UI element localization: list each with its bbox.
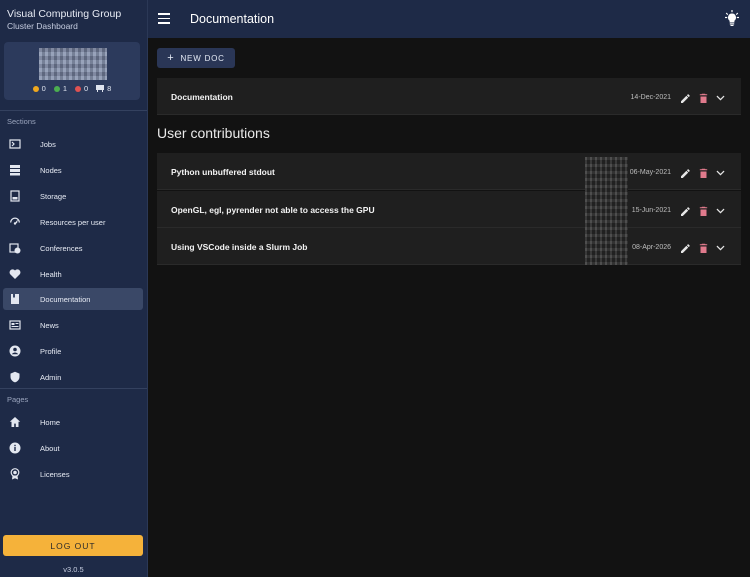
edit-icon[interactable] (680, 91, 691, 103)
delete-icon[interactable] (698, 204, 709, 216)
doc-date: 06-May-2021 (629, 169, 671, 176)
divider (0, 388, 147, 389)
sidebar-item-health[interactable]: Health (3, 263, 143, 285)
chevron-down-icon[interactable] (715, 241, 726, 252)
sidebar-item-label: About (40, 443, 60, 453)
edit-icon[interactable] (680, 204, 691, 216)
redacted-avatars (585, 157, 628, 265)
sidebar-item-label: News (40, 320, 59, 330)
calendar-clock-icon (9, 242, 21, 254)
sidebar-item-label: Profile (40, 346, 62, 356)
page-title: Documentation (190, 12, 275, 26)
doc-title: Python unbuffered stdout (171, 167, 275, 177)
heartbeat-icon (9, 268, 21, 280)
version-label: v3.0.5 (63, 565, 84, 574)
running-jobs-stat: 1 (53, 84, 67, 93)
sidebar-item-label: Admin (40, 372, 62, 382)
sidebar-item-conferences[interactable]: Conferences (3, 237, 143, 259)
divider (0, 110, 147, 111)
sidebar-item-label: Conferences (40, 243, 83, 253)
sidebar-item-label: Health (40, 269, 62, 279)
home-icon (9, 416, 21, 428)
shield-icon (9, 371, 21, 383)
delete-icon[interactable] (698, 241, 709, 253)
doc-title: Using VSCode inside a Slurm Job (171, 242, 308, 252)
edit-icon[interactable] (680, 241, 691, 253)
newspaper-icon (9, 319, 21, 331)
contributions-heading: User contributions (157, 125, 270, 141)
job-status-row: 0 1 0 8 (4, 84, 140, 93)
delete-icon[interactable] (698, 166, 709, 178)
chevron-down-icon[interactable] (715, 166, 726, 177)
lightbulb-icon[interactable] (724, 10, 740, 27)
sidebar-item-storage[interactable]: Storage (3, 185, 143, 207)
chevron-down-icon[interactable] (715, 91, 726, 102)
pending-jobs-stat: 0 (32, 84, 46, 93)
app-subtitle: Cluster Dashboard (7, 21, 78, 31)
pages-label: Pages (7, 395, 29, 404)
sidebar-item-admin[interactable]: Admin (3, 366, 143, 388)
speedometer-icon (9, 216, 21, 228)
hamburger-menu-icon[interactable] (158, 13, 170, 25)
sidebar-item-label: Resources per user (40, 217, 106, 227)
sections-label: Sections (7, 117, 36, 126)
delete-icon[interactable] (698, 91, 709, 103)
new-doc-label: NEW DOC (180, 53, 225, 63)
gpu-icon (96, 85, 105, 92)
account-icon (9, 345, 21, 357)
sidebar-item-resources-per-user[interactable]: Resources per user (3, 211, 143, 233)
app-title: Visual Computing Group (7, 8, 122, 20)
certificate-icon (9, 468, 21, 480)
book-icon (9, 293, 21, 305)
sidebar-item-label: Documentation (40, 294, 91, 304)
running-status-icon (53, 85, 60, 92)
pending-status-icon (32, 85, 39, 92)
server-icon (9, 164, 21, 176)
doc-title: OpenGL, egl, pyrender not able to access… (171, 205, 375, 215)
sidebar-item-jobs[interactable]: Jobs (3, 133, 143, 155)
contribution-card[interactable]: Python unbuffered stdout 06-May-2021 (157, 153, 741, 190)
running-jobs-count: 1 (62, 84, 67, 93)
sidebar-item-profile[interactable]: Profile (3, 340, 143, 362)
sidebar-item-about[interactable]: About (3, 437, 143, 459)
terminal-icon (9, 138, 21, 150)
chevron-down-icon[interactable] (715, 204, 726, 215)
sidebar-item-label: Nodes (40, 165, 62, 175)
logout-button[interactable]: LOG OUT (3, 535, 143, 556)
top-bar: Documentation (148, 0, 750, 38)
sidebar-item-home[interactable]: Home (3, 411, 143, 433)
sidebar-item-label: Home (40, 417, 61, 427)
sidebar-item-news[interactable]: News (3, 314, 143, 336)
failed-jobs-stat: 0 (75, 84, 88, 93)
gpu-count: 8 (107, 84, 112, 93)
contribution-card[interactable]: OpenGL, egl, pyrender not able to access… (157, 191, 741, 228)
new-doc-button[interactable]: + NEW DOC (157, 48, 235, 68)
plus-icon: + (167, 51, 175, 64)
contribution-card[interactable]: Using VSCode inside a Slurm Job 08-Apr-2… (157, 228, 741, 265)
doc-date: 15-Jun-2021 (631, 207, 671, 214)
sidebar: Visual Computing Group Cluster Dashboard… (0, 0, 148, 577)
gpu-stat: 8 (96, 84, 111, 93)
user-card: 0 1 0 8 (4, 42, 140, 100)
doc-date: 14-Dec-2021 (630, 94, 671, 101)
pending-jobs-count: 0 (41, 84, 46, 93)
sidebar-item-documentation[interactable]: Documentation (3, 288, 143, 310)
info-icon (9, 442, 21, 454)
sidebar-item-licenses[interactable]: Licenses (3, 463, 143, 485)
failed-status-icon (75, 85, 81, 92)
edit-icon[interactable] (680, 166, 691, 178)
failed-jobs-count: 0 (84, 84, 89, 93)
doc-card[interactable]: Documentation 14-Dec-2021 (157, 78, 741, 115)
sidebar-item-label: Storage (40, 191, 67, 201)
storage-icon (9, 190, 21, 202)
sidebar-item-label: Licenses (40, 469, 70, 479)
doc-title: Documentation (171, 92, 233, 102)
sidebar-item-label: Jobs (40, 139, 56, 149)
doc-date: 08-Apr-2026 (632, 244, 671, 251)
avatar (39, 48, 107, 80)
sidebar-item-nodes[interactable]: Nodes (3, 159, 143, 181)
